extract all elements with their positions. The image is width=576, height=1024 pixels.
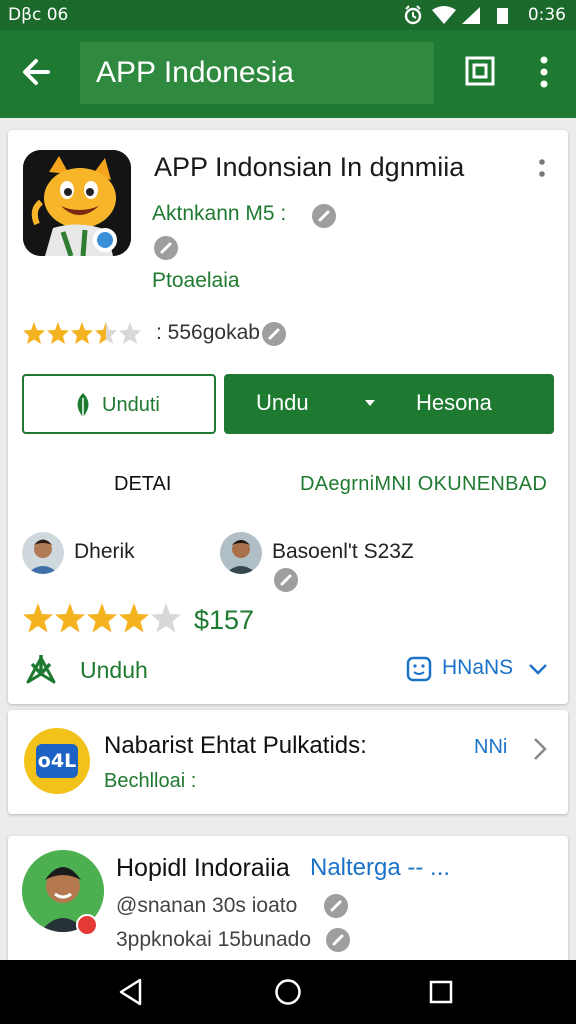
news-app-icon: o4L bbox=[24, 728, 90, 794]
app-bar: APP Indonesia bbox=[0, 30, 576, 118]
avatar[interactable] bbox=[22, 532, 64, 574]
info-icon bbox=[312, 204, 336, 228]
wifi-icon bbox=[432, 6, 456, 24]
news-subtitle: Bechlloai : bbox=[104, 770, 197, 792]
profile-handle: @snanan 30s ioato bbox=[116, 894, 298, 917]
info-icon bbox=[324, 894, 348, 918]
back-arrow-icon[interactable] bbox=[18, 52, 58, 92]
status-icons bbox=[404, 5, 508, 25]
app-icon[interactable] bbox=[23, 150, 131, 256]
download-button-label: Undu bbox=[256, 390, 309, 415]
chevron-down-icon bbox=[529, 664, 547, 675]
signal-icon bbox=[462, 7, 480, 24]
profile-card[interactable]: Hopidl Indoraiia Nalterga -- ... @snanan… bbox=[8, 836, 568, 976]
install-button[interactable]: Unduti bbox=[22, 374, 216, 434]
alarm-icon bbox=[404, 5, 422, 25]
badge-icon bbox=[76, 914, 98, 936]
search-text: APP Indonesia bbox=[96, 56, 294, 89]
profile-meta: 3ppknokai 15bunado bbox=[116, 928, 312, 951]
info-icon bbox=[262, 322, 286, 346]
price-label: $157 bbox=[194, 605, 255, 635]
news-card[interactable]: o4L Nabarist Ehtat Pulkatids: Bechlloai … bbox=[8, 710, 568, 814]
app-detail-card: APP Indonsian In dgnmiia Aktnkann M5 : P… bbox=[8, 130, 568, 704]
profile-name: Hopidl Indoraiia bbox=[116, 854, 290, 882]
rating-stars bbox=[23, 322, 141, 344]
system-nav-bar bbox=[0, 960, 576, 1024]
card-overflow-icon[interactable] bbox=[536, 158, 548, 182]
avatar[interactable] bbox=[220, 532, 262, 574]
search-field[interactable]: APP Indonesia bbox=[80, 42, 434, 104]
status-left-text: Dβc 06 bbox=[8, 5, 69, 25]
download-icon[interactable] bbox=[24, 652, 58, 686]
news-link[interactable]: NNi bbox=[474, 736, 507, 759]
caret-down-icon[interactable] bbox=[364, 398, 376, 408]
nav-back-icon[interactable] bbox=[116, 977, 146, 1007]
more-link-label: HNaNS bbox=[442, 656, 514, 679]
chevron-right-icon[interactable] bbox=[532, 736, 548, 762]
status-bar: Dβc 06 0:36 bbox=[0, 0, 576, 30]
news-title: Nabarist Ehtat Pulkatids: bbox=[104, 732, 367, 759]
info-icon bbox=[274, 568, 298, 592]
score-stars bbox=[23, 603, 181, 633]
status-time: 0:36 bbox=[527, 5, 566, 25]
tab-secondary[interactable]: DAegrniMNI OKUNENBAD bbox=[300, 473, 547, 496]
nav-recents-icon[interactable] bbox=[426, 977, 456, 1007]
scan-icon[interactable] bbox=[464, 55, 496, 87]
news-icon-text: o4L bbox=[36, 744, 78, 778]
rating-count: : 556gokab bbox=[156, 321, 260, 344]
info-icon bbox=[154, 236, 178, 260]
leaf-icon bbox=[77, 393, 89, 417]
app-category[interactable]: Ptoaelaia bbox=[152, 269, 240, 293]
profile-link[interactable]: Nalterga -- ... bbox=[310, 854, 450, 882]
person-name: Dherik bbox=[74, 540, 135, 563]
download-split-button[interactable]: Undu Hesona bbox=[224, 374, 554, 434]
tab-detail[interactable]: DETAI bbox=[114, 473, 171, 496]
battery-icon bbox=[497, 8, 508, 24]
smiley-icon bbox=[406, 656, 432, 682]
secondary-button-label: Hesona bbox=[416, 390, 492, 415]
overflow-menu-icon[interactable] bbox=[530, 54, 558, 90]
app-title: APP Indonsian In dgnmiia bbox=[154, 152, 465, 182]
nav-home-icon[interactable] bbox=[273, 977, 303, 1007]
info-icon bbox=[326, 928, 350, 952]
app-mascot-icon bbox=[23, 150, 131, 256]
developer-name[interactable]: Aktnkann M5 : bbox=[152, 202, 286, 226]
person-name: Basoenl't S23Z bbox=[272, 540, 414, 563]
download-label[interactable]: Unduh bbox=[80, 657, 148, 684]
install-button-label: Unduti bbox=[102, 394, 160, 416]
